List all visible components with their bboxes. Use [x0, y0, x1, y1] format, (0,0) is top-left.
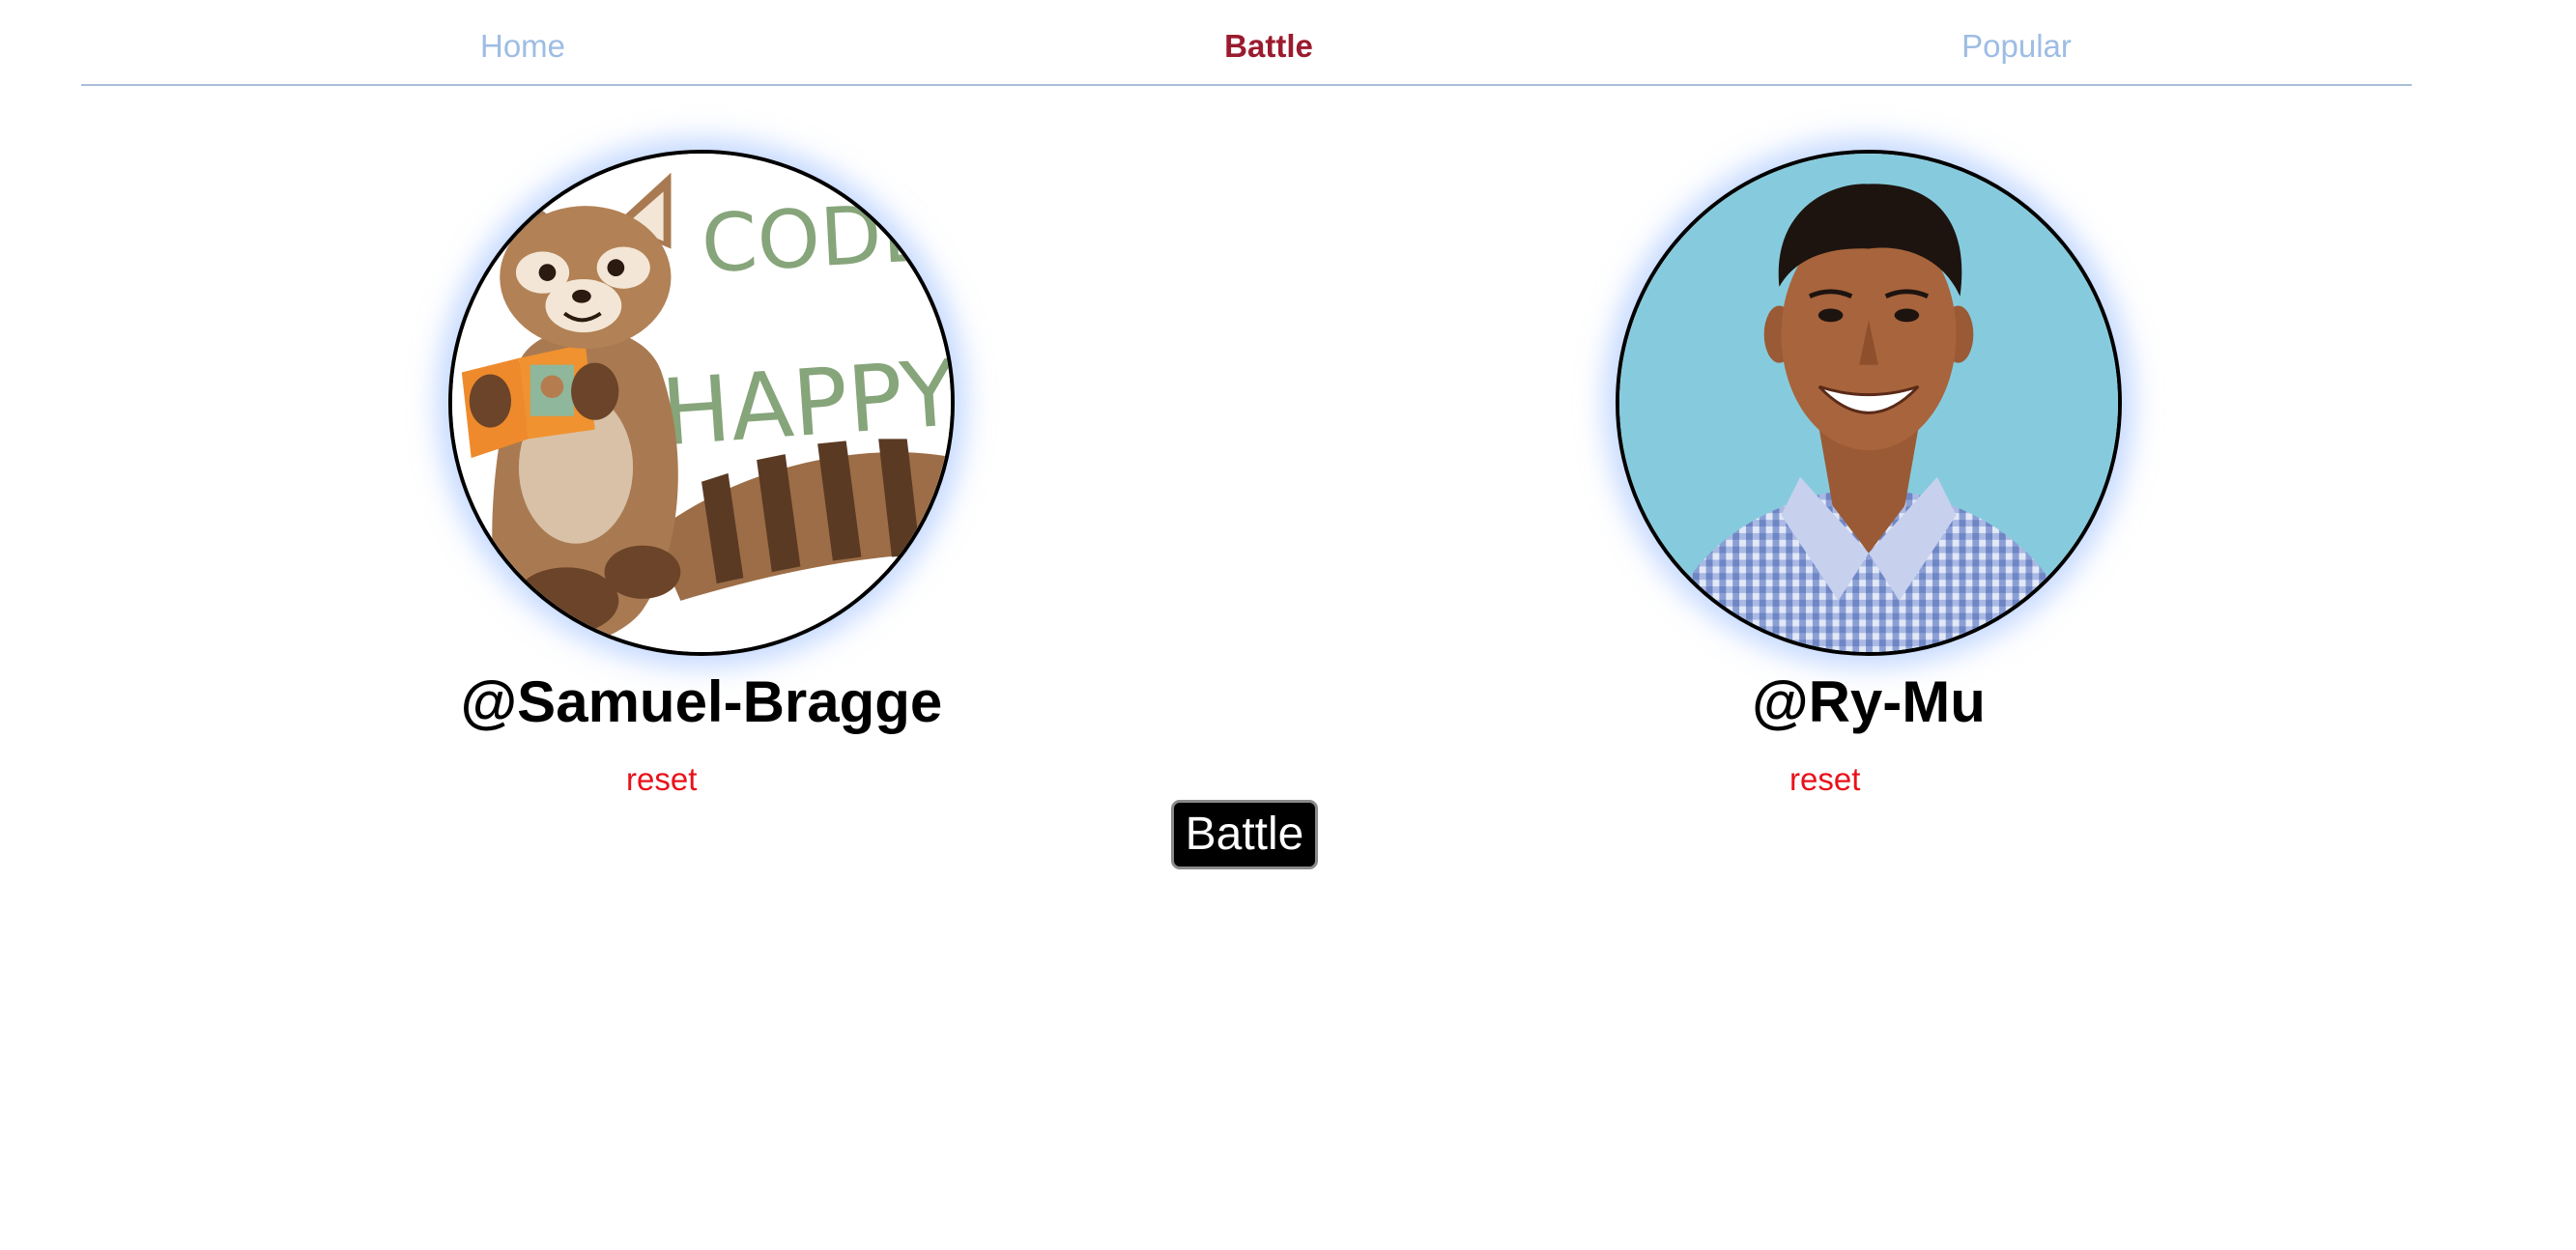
red-panda-avatar-icon: CODE HAPPY	[452, 154, 951, 652]
nav-battle-link[interactable]: Battle	[1224, 27, 1313, 66]
person-photo-avatar-icon	[1619, 154, 2118, 652]
player-two-avatar	[1616, 150, 2122, 656]
player-two-username: @Ry-Mu	[1752, 669, 1986, 734]
player-one-username: @Samuel-Bragge	[460, 669, 943, 734]
player-one-reset-link[interactable]: reset	[626, 760, 697, 799]
nav-home-link[interactable]: Home	[480, 27, 565, 66]
avatar-text-code: CODE	[700, 185, 935, 291]
battle-button[interactable]: Battle	[1171, 800, 1318, 869]
top-nav: Home Battle Popular	[81, 0, 2412, 86]
nav-popular-link[interactable]: Popular	[1961, 27, 2072, 66]
player-two-reset-link[interactable]: reset	[1789, 760, 1860, 799]
player-one-avatar: CODE HAPPY	[448, 150, 955, 656]
